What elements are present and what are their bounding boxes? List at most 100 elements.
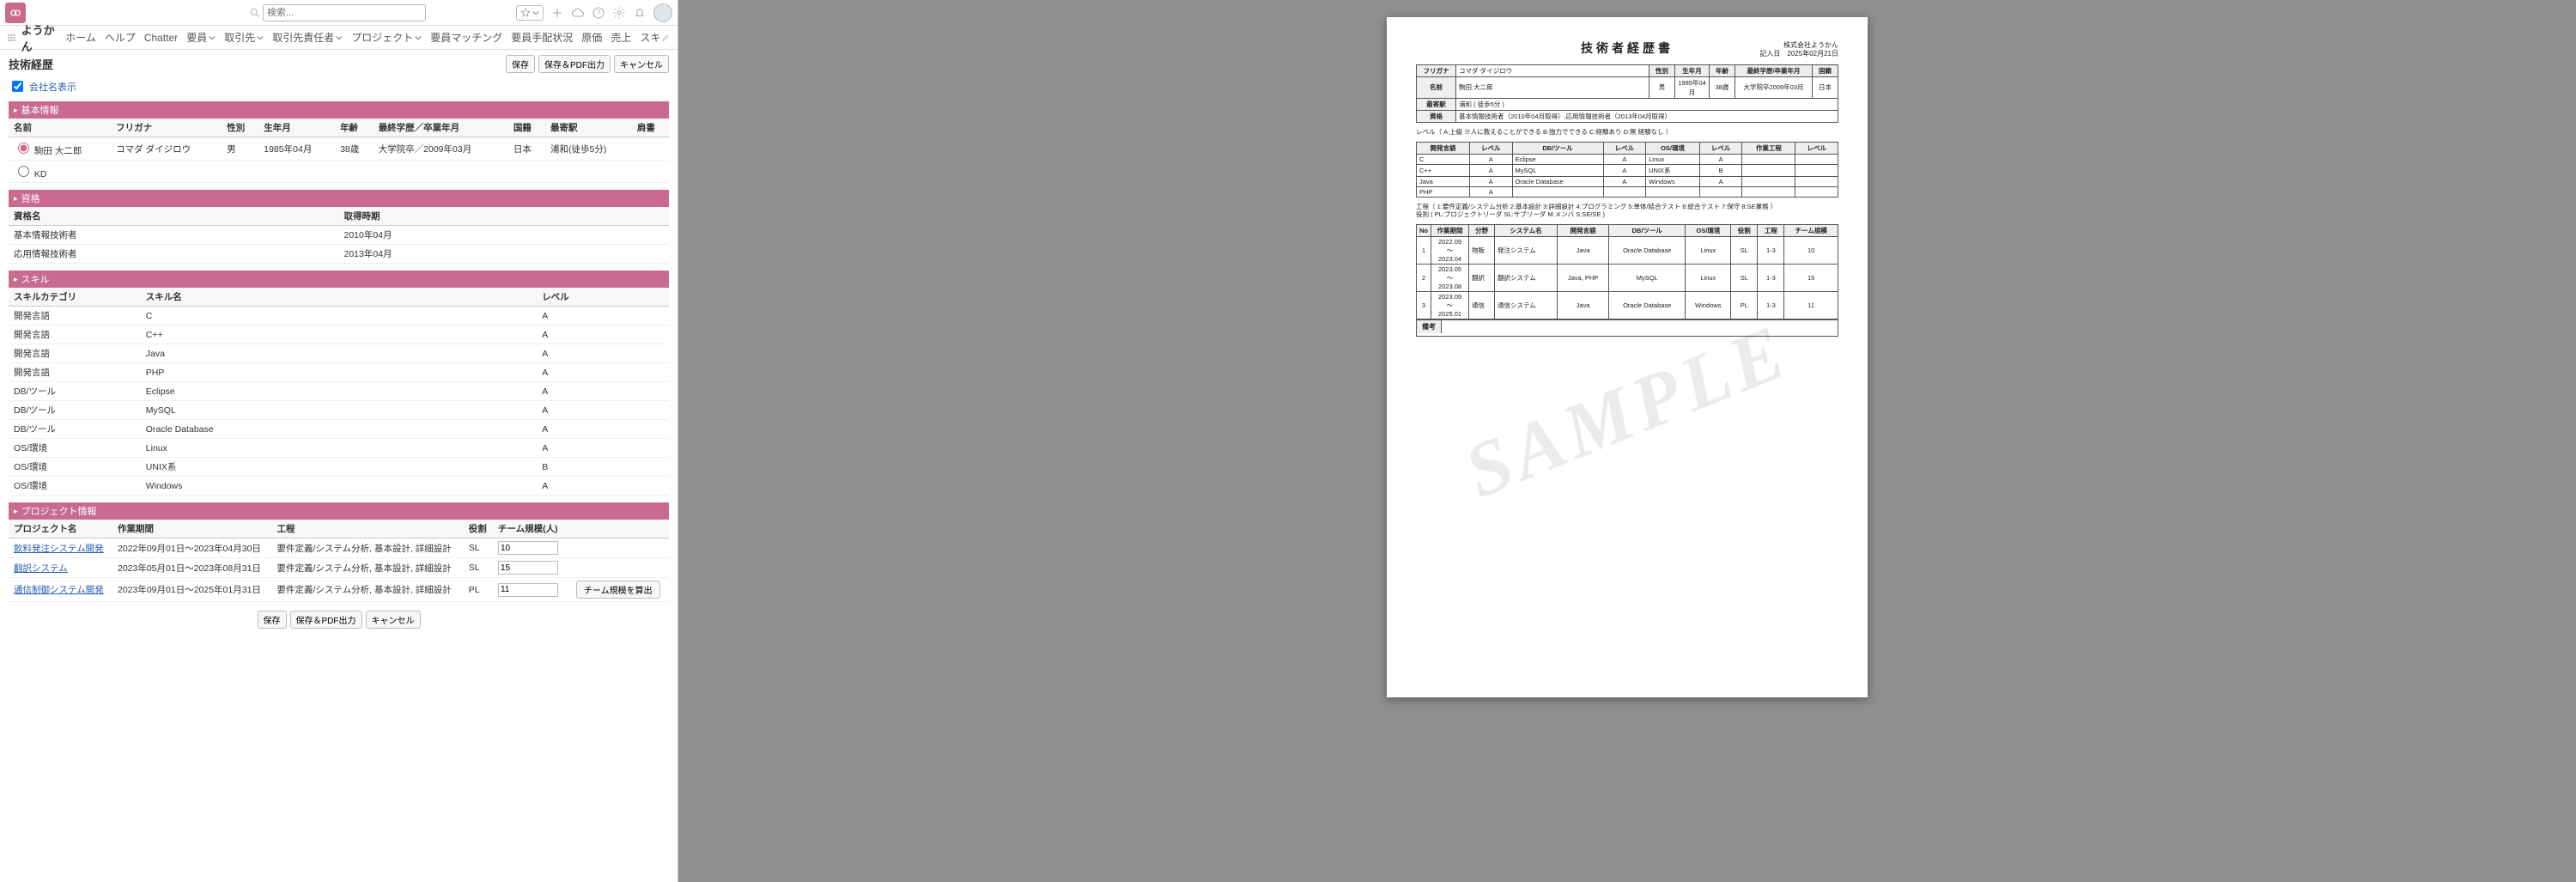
team-size-input[interactable] [498, 541, 558, 555]
table-header: 最寄駅 [545, 119, 632, 137]
team-size-input[interactable] [498, 561, 558, 575]
table-cell: Windows [141, 477, 537, 496]
table-cell: C [141, 307, 537, 325]
table-cell [1742, 176, 1795, 186]
nav-item-10[interactable]: 売上 [611, 30, 631, 45]
table-header: No [1417, 225, 1431, 237]
table-cell: SL [464, 558, 493, 578]
table-header: 取得時期 [339, 207, 670, 226]
table-header: 肩書 [632, 119, 669, 137]
table-row: OS/環境LinuxA [9, 439, 669, 458]
table-header: スキル名 [141, 288, 537, 307]
project-link[interactable]: 飲料発注システム開発 [14, 544, 104, 554]
nav-item-2[interactable]: Chatter [144, 32, 178, 44]
table-cell [1742, 164, 1795, 176]
table-cell: 2023.05 〜 2023.08 [1431, 265, 1469, 292]
team-size-input[interactable] [498, 583, 558, 597]
table-cell: Oracle Database [1609, 237, 1686, 265]
table-cell [1603, 186, 1645, 197]
star-icon [520, 8, 531, 18]
table-cell [1742, 154, 1795, 164]
table-cell: A [537, 344, 669, 363]
table-cell [493, 538, 566, 558]
table-cell: 開発言語 [9, 344, 141, 363]
person-radio[interactable] [18, 143, 29, 154]
nav-item-4[interactable]: 取引先 [224, 30, 264, 45]
table-cell: PHP [1417, 186, 1470, 197]
cancel-button[interactable]: キャンセル [614, 55, 669, 73]
table-row: C++AMySQLAUNIX系B [1417, 164, 1838, 176]
svg-text:?: ? [597, 9, 601, 16]
table-cell: OS/環境 [9, 458, 141, 477]
table-cell: Windows [1646, 176, 1700, 186]
table-row: OS/環境WindowsA [9, 477, 669, 496]
table-cell: Oracle Database [1609, 292, 1686, 319]
nav-item-3[interactable]: 要員 [186, 30, 216, 45]
table-cell: 2022年09月01日～2023年04月30日 [112, 538, 272, 558]
table-header: 分野 [1469, 225, 1495, 237]
cancel-button-bottom[interactable]: キャンセル [366, 611, 421, 629]
show-company-checkbox[interactable]: 会社名表示 [9, 78, 669, 94]
nav-item-9[interactable]: 原価 [581, 30, 602, 45]
nav-item-8[interactable]: 要員手配状況 [511, 30, 573, 45]
section-proj-header[interactable]: プロジェクト情報 [9, 502, 669, 520]
show-company-input[interactable] [12, 81, 23, 92]
table-cell: 開発言語 [9, 307, 141, 325]
table-header: 名前 [9, 119, 111, 137]
help-icon[interactable]: ? [592, 6, 605, 20]
nav-item-7[interactable]: 要員マッチング [430, 30, 502, 45]
save-pdf-button-bottom[interactable]: 保存＆PDF出力 [290, 611, 362, 629]
calc-team-button[interactable]: チーム規模を算出 [576, 581, 660, 599]
save-pdf-button[interactable]: 保存＆PDF出力 [538, 55, 611, 73]
nav-item-5[interactable]: 取引先責任者 [272, 30, 343, 45]
table-row: OS/環境UNIX系B [9, 458, 669, 477]
global-search [249, 4, 426, 21]
save-button[interactable]: 保存 [506, 55, 535, 73]
table-cell: 1985年04月 [258, 137, 335, 161]
table-cell: Java, PHP [1558, 265, 1609, 292]
app-logo [5, 3, 26, 23]
nav-item-1[interactable]: ヘルプ [105, 30, 136, 45]
avatar[interactable] [653, 3, 672, 22]
section-basic-header[interactable]: 基本情報 [9, 101, 669, 119]
edit-icon[interactable] [661, 32, 671, 44]
section-cert-header[interactable]: 資格 [9, 190, 669, 207]
nav-item-6[interactable]: プロジェクト [351, 30, 422, 45]
proj-table: プロジェクト名作業期間工程役割チーム規模(人) 飲料発注システム開発2022年0… [9, 520, 669, 602]
cloud-icon[interactable] [571, 6, 585, 20]
page-title: 技術経歴 [9, 56, 53, 72]
table-cell [258, 161, 335, 183]
table-row: KD [9, 161, 669, 183]
gear-icon[interactable] [612, 6, 626, 20]
topbar: ? [0, 0, 677, 26]
table-row: JavaAOracle DatabaseAWindowsA [1417, 176, 1838, 186]
table-row: 応用情報技術者2013年04月 [9, 245, 669, 264]
app-launcher-icon[interactable] [7, 32, 16, 44]
table-cell: 要件定義/システム分析, 基本設計, 詳細設計 [272, 558, 464, 578]
person-radio[interactable] [18, 166, 29, 177]
table-row: 開発言語PHPA [9, 363, 669, 382]
table-cell: SL [1731, 265, 1758, 292]
section-skill-header[interactable]: スキル [9, 271, 669, 288]
table-cell [1795, 176, 1838, 186]
project-link[interactable]: 翻訳システム [14, 563, 68, 574]
nav-item-11[interactable]: スキル新規作成 [640, 30, 661, 45]
add-icon[interactable] [550, 6, 564, 20]
table-cell [374, 161, 508, 183]
project-link[interactable]: 通信制御システム開発 [14, 585, 104, 595]
search-input[interactable] [263, 4, 426, 21]
save-button-bottom[interactable]: 保存 [258, 611, 287, 629]
basic-table: 名前フリガナ性別生年月年齢最終学歴／卒業年月国籍最寄駅肩書 駒田 大二郎コマダ … [9, 119, 669, 183]
table-cell: B [1699, 164, 1741, 176]
favorites-menu[interactable] [516, 5, 544, 21]
table-cell: Java [141, 344, 537, 363]
table-cell: 日本 [508, 137, 545, 161]
table-cell [222, 161, 258, 183]
table-row: 通信制御システム開発2023年09月01日～2025年01月31日要件定義/シス… [9, 578, 669, 602]
table-cell [508, 161, 545, 183]
table-header: 作業期間 [1431, 225, 1469, 237]
table-header: チーム規模(人) [493, 520, 566, 538]
nav-item-0[interactable]: ホーム [65, 30, 96, 45]
table-row: 12022.09 〜 2023.04物販発注システムJavaOracle Dat… [1417, 237, 1838, 265]
bell-icon[interactable] [633, 6, 647, 20]
